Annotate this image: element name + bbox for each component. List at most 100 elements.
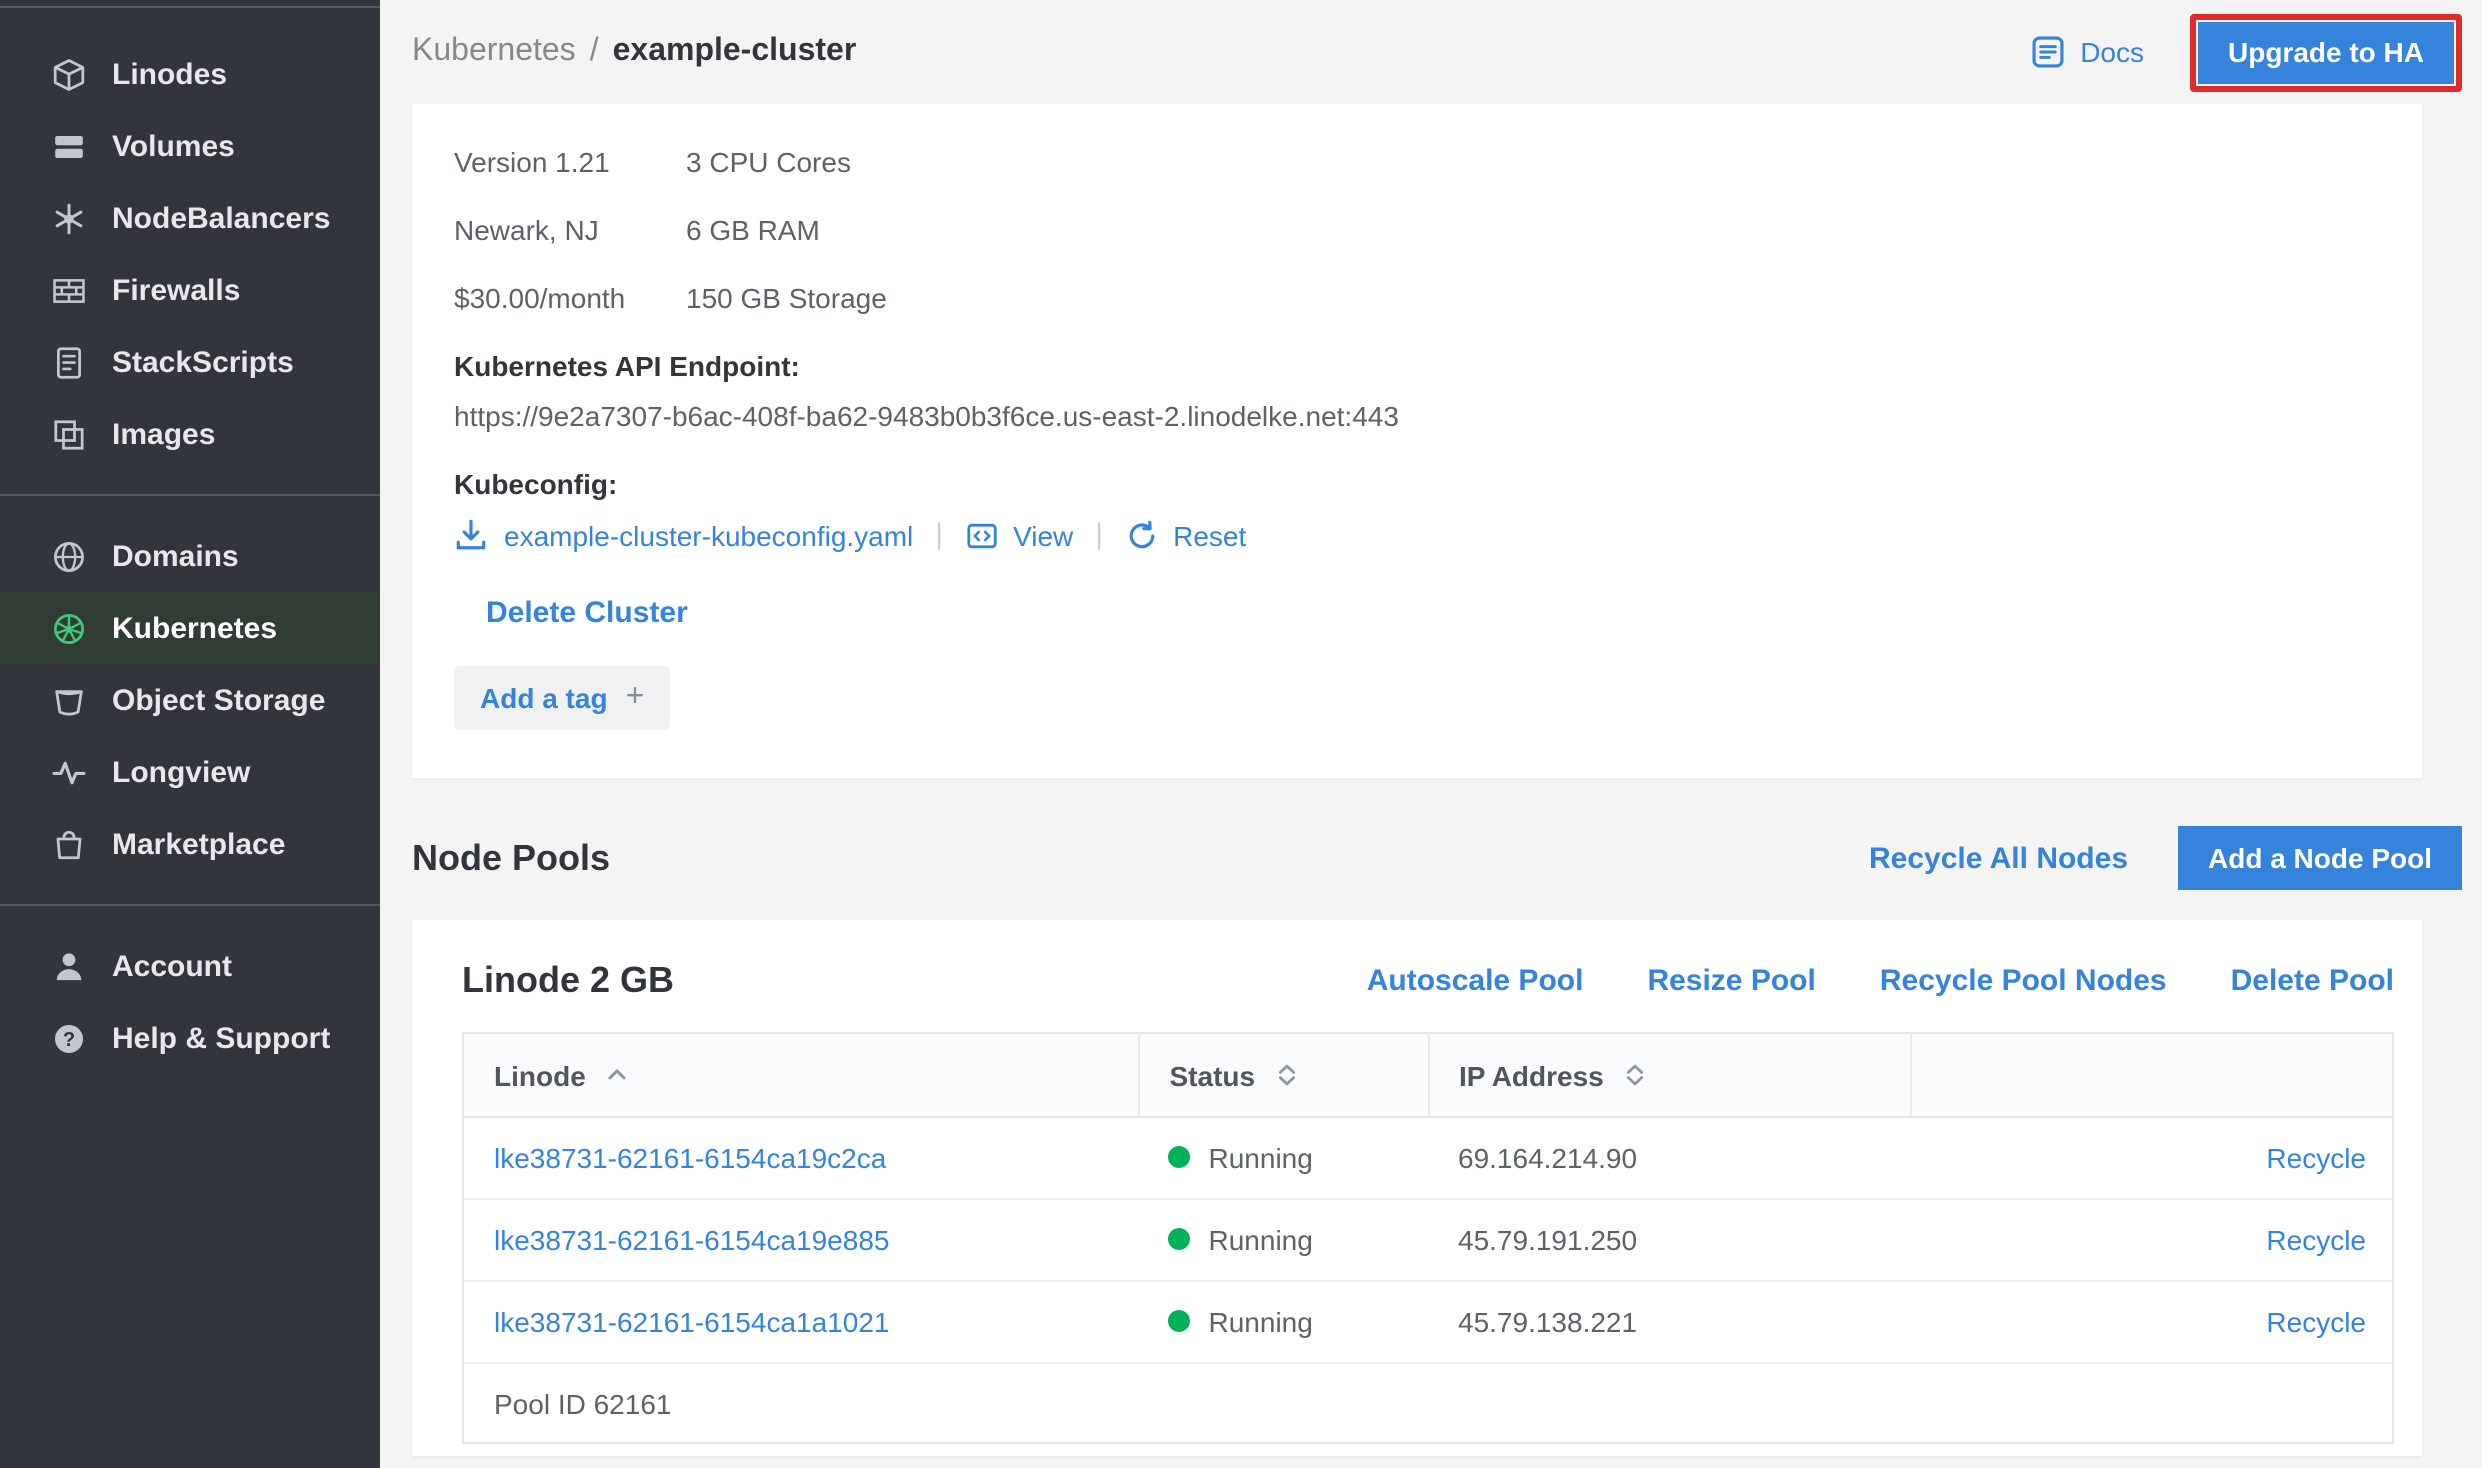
sidebar-item-firewalls[interactable]: Firewalls [0,254,380,326]
status-label: Running [1209,1224,1313,1256]
person-icon [50,949,86,983]
pulse-icon [50,755,86,789]
pool-name: Linode 2 GB [462,960,674,1002]
kubeconfig-reset-button[interactable]: Reset [1125,519,1246,551]
node-link[interactable]: lke38731-62161-6154ca1a1021 [494,1306,889,1338]
kubeconfig-view-button[interactable]: View [965,519,1073,551]
plus-icon: + [626,684,645,712]
kubeconfig-actions: example-cluster-kubeconfig.yaml | View | [454,518,2382,552]
node-link[interactable]: lke38731-62161-6154ca19c2ca [494,1142,886,1174]
sidebar-item-object-storage[interactable]: Object Storage [0,664,380,736]
column-label: IP Address [1459,1059,1604,1091]
status-dot-running [1169,1311,1191,1333]
sidebar-item-label: NodeBalancers [112,201,330,235]
breadcrumb-section-link[interactable]: Kubernetes [412,34,576,70]
status-label: Running [1209,1306,1313,1338]
stackscripts-icon [50,345,86,379]
node-pool-card: Linode 2 GB Autoscale Pool Resize Pool R… [412,920,2422,1456]
add-tag-button[interactable]: Add a tag + [454,666,670,730]
delete-pool-link[interactable]: Delete Pool [2231,964,2394,998]
status-dot-running [1169,1147,1191,1169]
sidebar-item-linodes[interactable]: Linodes [0,38,380,110]
sidebar-item-label: Object Storage [112,683,325,717]
table-row: lke38731-62161-6154ca19e885 Running 45.7… [463,1199,2393,1281]
sidebar-item-account[interactable]: Account [0,930,380,1002]
kubeconfig-label: Kubeconfig: [454,468,2382,500]
pool-footer-row: Pool ID 62161 [463,1363,2393,1443]
recycle-pool-nodes-link[interactable]: Recycle Pool Nodes [1880,964,2167,998]
sidebar-item-label: StackScripts [112,345,294,379]
reset-label: Reset [1173,519,1246,551]
cluster-region: Newark, NJ [454,214,686,248]
kubernetes-wheel-icon [50,611,86,645]
sidebar-item-label: Linodes [112,57,227,91]
svg-text:?: ? [62,1028,74,1050]
detail-row: Newark, NJ 6 GB RAM [454,214,2382,248]
volumes-icon [50,129,86,163]
table-row: lke38731-62161-6154ca19c2ca Running 69.1… [463,1117,2393,1199]
add-node-pool-button[interactable]: Add a Node Pool [2178,826,2462,890]
column-header-linode[interactable]: Linode [463,1033,1139,1117]
sidebar-item-label: Firewalls [112,273,240,307]
sidebar-top-divider [0,6,380,8]
column-label: Linode [494,1059,586,1091]
column-header-ip-address[interactable]: IP Address [1428,1033,1911,1117]
sidebar-item-kubernetes[interactable]: Kubernetes [0,592,380,664]
column-header-status[interactable]: Status [1139,1033,1429,1117]
reset-icon [1125,519,1157,551]
sort-both-icon [1273,1062,1299,1088]
status-dot-running [1169,1229,1191,1251]
sidebar-item-label: Domains [112,539,239,573]
sidebar-item-stackscripts[interactable]: StackScripts [0,326,380,398]
docs-label: Docs [2080,36,2144,68]
autoscale-pool-link[interactable]: Autoscale Pool [1367,964,1584,998]
sidebar-item-label: Longview [112,755,250,789]
api-endpoint-block: Kubernetes API Endpoint: https://9e2a730… [454,350,2382,432]
code-view-icon [965,519,997,551]
sidebar-nav: Linodes Volumes NodeBalancers Firewalls [0,38,380,1074]
page-title: example-cluster [613,34,857,70]
cluster-ram: 6 GB RAM [686,214,820,248]
sidebar-item-marketplace[interactable]: Marketplace [0,808,380,880]
pool-id: Pool ID 62161 [463,1363,2393,1443]
sidebar-item-label: Kubernetes [112,611,277,645]
recycle-node-link[interactable]: Recycle [2266,1142,2366,1174]
firewall-icon [50,273,86,307]
sort-ascending-icon [604,1062,630,1088]
separator: | [1095,518,1103,552]
status-cell: Running [1169,1306,1313,1338]
separator: | [935,518,943,552]
docs-link[interactable]: Docs [2030,34,2144,70]
sidebar-item-help-support[interactable]: ? Help & Support [0,1002,380,1074]
sidebar-item-images[interactable]: Images [0,398,380,470]
upgrade-to-ha-button[interactable]: Upgrade to HA [2198,21,2454,83]
kubeconfig-filename: example-cluster-kubeconfig.yaml [504,519,913,551]
node-link[interactable]: lke38731-62161-6154ca19e885 [494,1224,889,1256]
sidebar-item-label: Account [112,949,232,983]
recycle-node-link[interactable]: Recycle [2266,1224,2366,1256]
recycle-node-link[interactable]: Recycle [2266,1306,2366,1338]
api-endpoint-label: Kubernetes API Endpoint: [454,350,2382,382]
sidebar-item-domains[interactable]: Domains [0,520,380,592]
cube-icon [50,57,86,91]
breadcrumb: Kubernetes / example-cluster [412,34,856,70]
sidebar-item-longview[interactable]: Longview [0,736,380,808]
cluster-details: Version 1.21 3 CPU Cores Newark, NJ 6 GB… [454,146,2382,316]
kubeconfig-download-link[interactable]: example-cluster-kubeconfig.yaml [454,518,913,552]
sidebar-item-label: Images [112,417,215,451]
kubeconfig-block: Kubeconfig: example-cluster-kubeconfig.y… [454,468,2382,552]
table-row: lke38731-62161-6154ca1a1021 Running 45.7… [463,1281,2393,1363]
detail-row: $30.00/month 150 GB Storage [454,282,2382,316]
pool-head: Linode 2 GB Autoscale Pool Resize Pool R… [462,960,2394,1002]
recycle-all-nodes-link[interactable]: Recycle All Nodes [1869,841,2128,875]
docs-icon [2030,34,2066,70]
resize-pool-link[interactable]: Resize Pool [1647,964,1815,998]
sort-both-icon [1622,1062,1648,1088]
delete-cluster-button[interactable]: Delete Cluster [486,596,688,630]
images-icon [50,417,86,451]
header-actions: Docs Upgrade to HA [2030,13,2462,91]
sidebar-item-volumes[interactable]: Volumes [0,110,380,182]
globe-icon [50,539,86,573]
sidebar-item-nodebalancers[interactable]: NodeBalancers [0,182,380,254]
sidebar-divider [0,904,380,906]
